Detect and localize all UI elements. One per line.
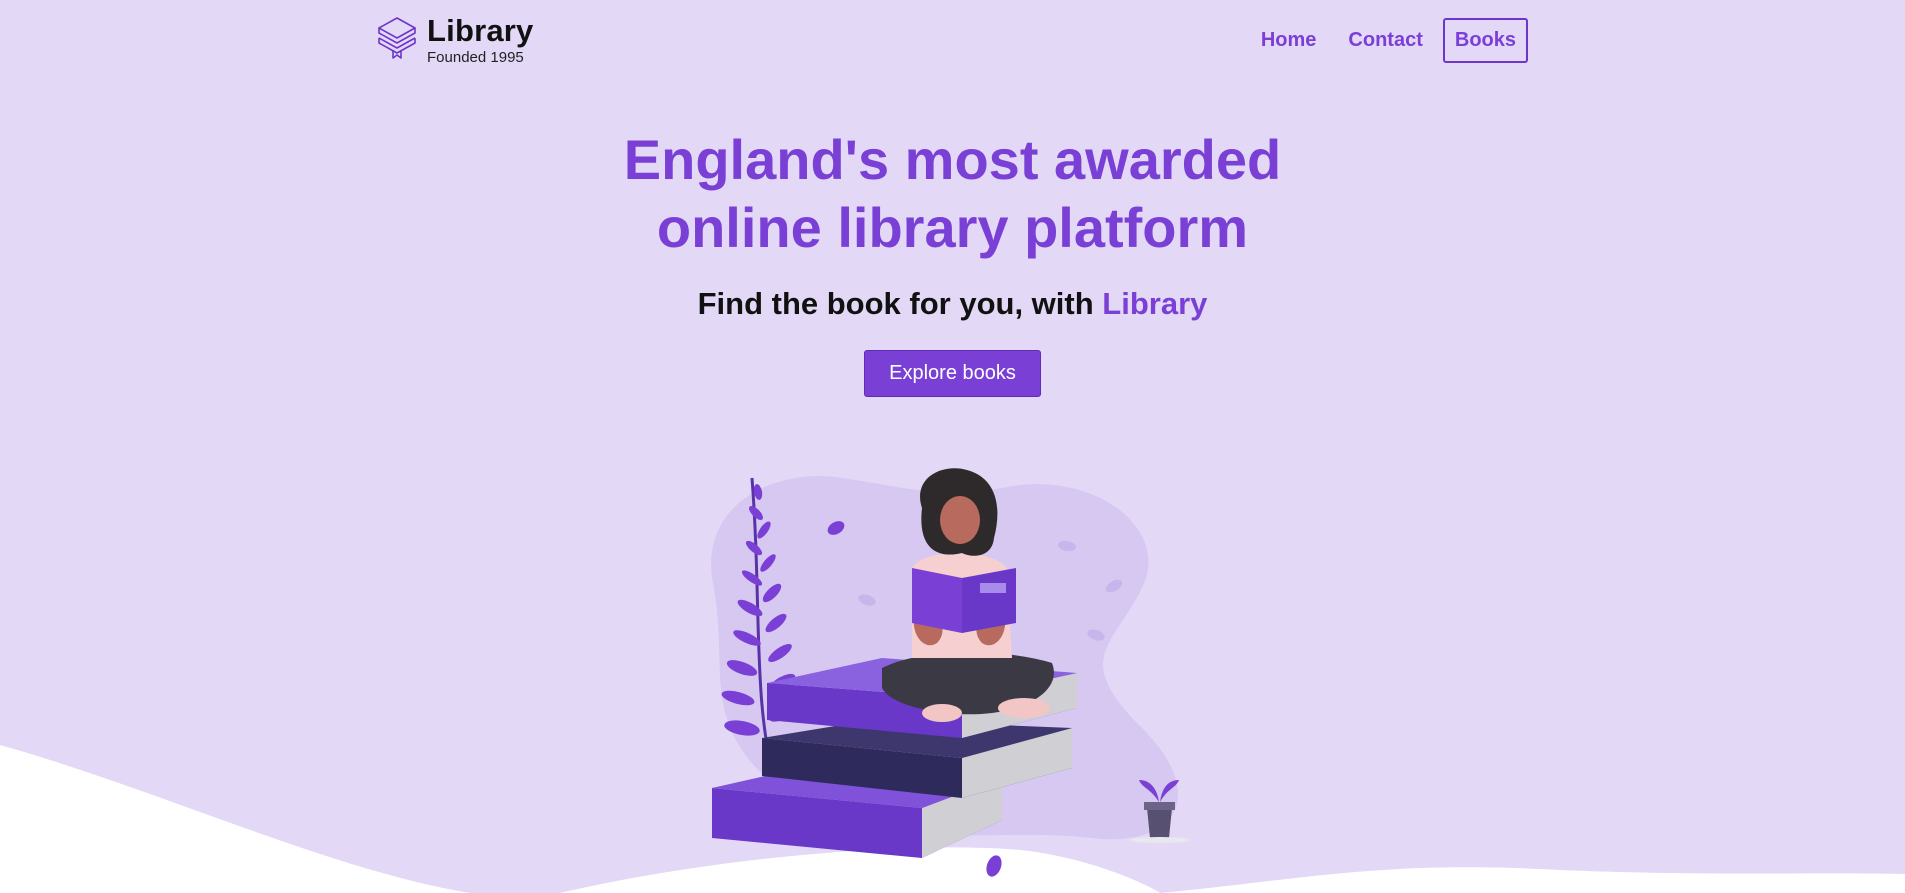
hero-headline: England's most awarded online library pl… <box>0 126 1905 262</box>
nav-link-home[interactable]: Home <box>1249 18 1329 63</box>
explore-books-button[interactable]: Explore books <box>864 350 1041 397</box>
woman-reading-on-books-illustration <box>711 468 1190 877</box>
subtitle-prefix: Find the book for you, with <box>697 286 1103 321</box>
subtitle-accent: Library <box>1102 286 1208 321</box>
nav-links: Home Contact Books <box>1249 17 1528 63</box>
brand[interactable]: Library Founded 1995 <box>375 14 534 67</box>
brand-name: Library <box>427 13 534 48</box>
headline-line-2: online library platform <box>656 196 1249 259</box>
nav-link-books[interactable]: Books <box>1442 17 1528 63</box>
hero-section: England's most awarded online library pl… <box>0 126 1905 397</box>
nav-link-contact[interactable]: Contact <box>1336 18 1434 63</box>
stacked-books-icon <box>375 14 419 67</box>
hero-subtitle: Find the book for you, with Library <box>0 286 1905 322</box>
brand-tagline: Founded 1995 <box>427 49 524 66</box>
headline-line-1: England's most awarded <box>623 128 1282 191</box>
top-navigation: Library Founded 1995 Home Contact Books <box>375 12 1528 68</box>
